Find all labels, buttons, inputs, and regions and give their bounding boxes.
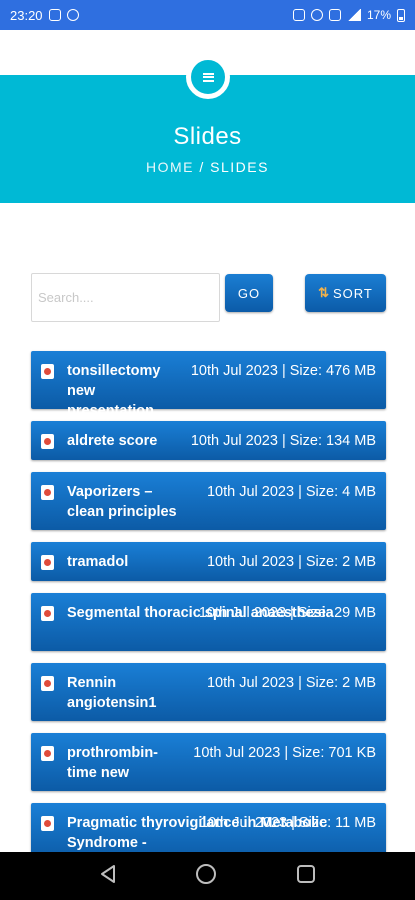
pdf-file-icon: [41, 364, 54, 379]
pdf-file-icon: [41, 555, 54, 570]
slide-title: tonsillectomy new presentation: [67, 363, 161, 419]
search-input[interactable]: [31, 273, 220, 322]
list-item[interactable]: tonsillectomy new presentation 10th Jul …: [31, 351, 386, 419]
slide-meta: 10th Jul 2023 | Size: 134 MB: [190, 433, 376, 449]
list-item[interactable]: Vaporizers – clean principles 10th Jul 2…: [31, 472, 386, 530]
pdf-file-icon: [41, 746, 54, 761]
battery-icon: [397, 8, 405, 22]
cell-signal-icon: [346, 9, 361, 21]
slide-meta: 10th Jul 2023 | Size: 2 MB: [206, 675, 376, 691]
slide-title: tramadol: [67, 554, 129, 570]
list-item[interactable]: prothrombin-time new 10th Jul 2023 | Siz…: [31, 733, 386, 791]
go-button[interactable]: GO: [225, 274, 273, 312]
battery-percent: 17%: [366, 8, 391, 22]
slide-title: prothrombin-time new: [67, 745, 159, 781]
slide-meta: 10th Jul 2023 | Size: 11 MB: [200, 815, 376, 831]
slide-meta: 10th Jul 2023 | Size: 4 MB: [206, 484, 376, 500]
slide-title: Vaporizers – clean principles: [67, 484, 177, 520]
pdf-file-icon: [41, 606, 54, 621]
breadcrumb: HOME / SLIDES: [0, 159, 415, 175]
list-item[interactable]: tramadol 10th Jul 2023 | Size: 2 MB: [31, 542, 386, 581]
list-item[interactable]: Segmental thoracic spinal anaesthesia 10…: [31, 593, 386, 651]
home-icon[interactable]: [195, 863, 217, 890]
breadcrumb-current: SLIDES: [210, 159, 269, 175]
slide-title: aldrete score: [67, 433, 158, 449]
breadcrumb-home-link[interactable]: HOME: [146, 159, 194, 175]
wifi-icon: [328, 9, 341, 21]
pdf-file-icon: [41, 816, 54, 831]
app-notification-icon: [66, 9, 79, 21]
slide-meta: 10th Jul 2023 | Size: 476 MB: [190, 363, 376, 379]
pdf-file-icon: [41, 676, 54, 691]
sort-button-label: SORT: [333, 285, 373, 301]
mute-icon: [292, 9, 305, 21]
page-title: Slides: [173, 123, 242, 150]
breadcrumb-separator: /: [199, 159, 205, 175]
sort-icon: ⇅: [318, 285, 329, 300]
list-item[interactable]: Rennin angiotensin1 10th Jul 2023 | Size…: [31, 663, 386, 721]
slide-meta: 10th Jul 2023 | Size: 2 MB: [206, 554, 376, 570]
recent-apps-icon[interactable]: [296, 864, 316, 889]
back-icon[interactable]: [99, 864, 117, 889]
slide-meta: 10th Jul 2023 | Size: 29 MB: [198, 605, 376, 621]
sort-button[interactable]: ⇅ SORT: [305, 274, 386, 312]
pdf-file-icon: [41, 434, 54, 449]
list-item[interactable]: aldrete score 10th Jul 2023 | Size: 134 …: [31, 421, 386, 460]
status-time: 23:20: [10, 7, 43, 23]
alarm-icon: [310, 9, 323, 21]
signal-info-icon: [48, 9, 61, 21]
hamburger-icon: [202, 72, 214, 82]
slide-meta: 10th Jul 2023 | Size: 701 KB: [193, 745, 376, 761]
system-nav-bar: [0, 852, 415, 900]
status-bar: 23:20 17%: [0, 0, 415, 30]
slide-title: Rennin angiotensin1: [67, 675, 157, 711]
menu-button[interactable]: [186, 55, 230, 99]
pdf-file-icon: [41, 485, 54, 500]
